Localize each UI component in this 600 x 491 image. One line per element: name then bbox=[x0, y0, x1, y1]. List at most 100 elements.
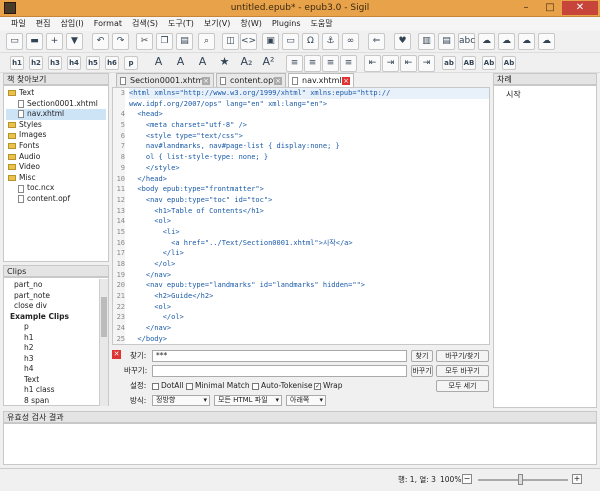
find-input[interactable]: *** bbox=[152, 350, 407, 362]
code-line[interactable]: <html xmlns="http://www.w3.org/1999/xhtm… bbox=[129, 88, 489, 99]
undo-icon[interactable]: ↶ bbox=[92, 33, 109, 50]
tree-item[interactable]: Images bbox=[6, 130, 106, 141]
tree-item[interactable]: Fonts bbox=[6, 141, 106, 152]
scope-select[interactable]: 모든 HTML 파일 bbox=[214, 395, 282, 406]
menu-item[interactable]: Format bbox=[89, 17, 127, 31]
code-line[interactable]: <meta charset="utf-8" /> bbox=[129, 120, 489, 131]
align-2-icon[interactable]: ≡ bbox=[322, 55, 339, 72]
code-line[interactable]: <nav epub:type="landmarks" id="landmarks… bbox=[129, 280, 489, 291]
indent-0-icon[interactable]: ⇤ bbox=[364, 55, 381, 72]
code-line[interactable]: </ol> bbox=[129, 259, 489, 270]
clip-item[interactable]: h1 class bbox=[14, 385, 108, 396]
auto-tokenise-option[interactable]: Auto-Tokenise bbox=[252, 381, 313, 391]
spellcheck-icon[interactable]: abc bbox=[458, 33, 475, 50]
tree-item[interactable]: content.opf bbox=[6, 194, 106, 205]
toc-item[interactable]: 시작 bbox=[506, 89, 596, 100]
dotall-option[interactable]: DotAll bbox=[152, 381, 184, 391]
code-line[interactable]: <ol> bbox=[129, 302, 489, 313]
code-line[interactable]: <li> bbox=[129, 227, 489, 238]
menu-item[interactable]: 도구(T) bbox=[163, 17, 199, 31]
wrap-checkbox[interactable]: ✓ bbox=[314, 382, 321, 390]
align-0-icon[interactable]: ≡ bbox=[286, 55, 303, 72]
heading-h4-button[interactable]: h4 bbox=[67, 56, 81, 70]
link-icon[interactable]: ∞ bbox=[342, 33, 359, 50]
case-3-button[interactable]: Ab bbox=[502, 56, 516, 70]
clip-item[interactable]: h3 bbox=[14, 354, 108, 365]
code-line[interactable]: <body epub:type="frontmatter"> bbox=[129, 184, 489, 195]
code-line[interactable]: </style> bbox=[129, 163, 489, 174]
align-1-icon[interactable]: ≡ bbox=[304, 55, 321, 72]
code-line[interactable]: <ol> bbox=[129, 216, 489, 227]
clip-item[interactable]: part_note bbox=[14, 291, 108, 302]
code-line[interactable]: </html> bbox=[129, 345, 489, 346]
tab-close-icon[interactable]: × bbox=[274, 77, 282, 85]
add-file-icon[interactable]: + bbox=[46, 33, 63, 50]
tree-item[interactable]: Section0001.xhtml bbox=[6, 99, 106, 110]
align-3-icon[interactable]: ≡ bbox=[340, 55, 357, 72]
menu-item[interactable]: 삽입(I) bbox=[55, 17, 88, 31]
code-line[interactable]: www.idpf.org/2007/ops" lang="en" xml:lan… bbox=[129, 99, 489, 110]
cut-icon[interactable]: ✂ bbox=[136, 33, 153, 50]
count-all-button[interactable]: 모두 세기 bbox=[436, 380, 489, 392]
heading-h3-button[interactable]: h3 bbox=[48, 56, 62, 70]
tree-item[interactable]: Misc bbox=[6, 173, 106, 184]
editor-tab[interactable]: content.opf × bbox=[216, 73, 286, 87]
menu-item[interactable]: 파일 bbox=[6, 17, 31, 31]
indent-1-icon[interactable]: ⇥ bbox=[382, 55, 399, 72]
paste-icon[interactable]: ▤ bbox=[176, 33, 193, 50]
code-line[interactable]: <a href="../Text/Section0001.xhtml">시작</… bbox=[129, 238, 489, 249]
zoom-out-button[interactable]: − bbox=[462, 474, 472, 484]
back-icon[interactable]: ⇐ bbox=[368, 33, 385, 50]
tab-close-icon[interactable]: × bbox=[342, 77, 350, 85]
code-line[interactable]: <style type="text/css"> bbox=[129, 131, 489, 142]
clip-item[interactable]: 8 span bbox=[14, 396, 108, 406]
minimal-match-checkbox[interactable] bbox=[186, 382, 193, 390]
media-icon[interactable]: ▭ bbox=[282, 33, 299, 50]
copy-icon[interactable]: ❐ bbox=[156, 33, 173, 50]
toc-icon[interactable]: ▥ bbox=[418, 33, 435, 50]
anchor-icon[interactable]: ⚓ bbox=[322, 33, 339, 50]
tree-item[interactable]: Text bbox=[6, 88, 106, 99]
clip-item[interactable]: h4 bbox=[14, 364, 108, 375]
image-icon[interactable]: ▣ bbox=[262, 33, 279, 50]
direction-select[interactable]: 아래쪽 bbox=[286, 395, 326, 406]
code-line[interactable]: <h2>Guide</h2> bbox=[129, 291, 489, 302]
heading-p-button[interactable]: p bbox=[124, 56, 138, 70]
code-line[interactable]: </head> bbox=[129, 174, 489, 185]
tree-item[interactable]: toc.ncx bbox=[6, 183, 106, 194]
minimize-button[interactable]: – bbox=[514, 1, 538, 15]
code-text[interactable]: <html xmlns="http://www.w3.org/1999/xhtm… bbox=[129, 88, 489, 346]
plugin2-icon[interactable]: ☁ bbox=[538, 33, 555, 50]
code-editor[interactable]: 3 4 56 7 89 10 1112 13 1415 16 17 18 19 20 2122 23 2425 2… bbox=[112, 87, 490, 345]
clip-item[interactable]: close div bbox=[14, 301, 108, 312]
clip-item[interactable]: h1 bbox=[14, 333, 108, 344]
zoom-in-button[interactable]: + bbox=[572, 474, 582, 484]
code-line[interactable]: nav#landmarks, nav#page-list { display:n… bbox=[129, 141, 489, 152]
menu-item[interactable]: 검색(S) bbox=[127, 17, 163, 31]
maximize-button[interactable]: □ bbox=[538, 1, 562, 15]
find-button[interactable]: 찾기 bbox=[411, 350, 433, 362]
menu-item[interactable]: 편집 bbox=[31, 17, 56, 31]
case-2-button[interactable]: Ab bbox=[482, 56, 496, 70]
underline-icon[interactable]: A bbox=[194, 54, 211, 71]
metadata-icon[interactable]: ▤ bbox=[438, 33, 455, 50]
close-find-icon[interactable]: ✕ bbox=[112, 350, 121, 359]
indent-3-icon[interactable]: ⇥ bbox=[418, 55, 435, 72]
editor-tab[interactable]: Section0001.xhtml × bbox=[116, 73, 214, 87]
replace-input[interactable] bbox=[152, 365, 407, 377]
heading-h1-button[interactable]: h1 bbox=[10, 56, 24, 70]
clip-item[interactable]: p bbox=[14, 322, 108, 333]
tree-item[interactable]: Styles bbox=[6, 120, 106, 131]
clip-item[interactable]: part_no bbox=[14, 280, 108, 291]
clip-item[interactable]: Text bbox=[14, 375, 108, 386]
code-line[interactable]: </body> bbox=[129, 334, 489, 344]
subscript-icon[interactable]: A₂ bbox=[238, 54, 255, 71]
italic-icon[interactable]: A bbox=[172, 54, 189, 71]
tree-item[interactable]: Audio bbox=[6, 152, 106, 163]
zoom-slider-handle[interactable] bbox=[518, 474, 523, 485]
dotall-checkbox[interactable] bbox=[152, 382, 159, 390]
case-0-button[interactable]: ab bbox=[442, 56, 456, 70]
code-view-icon[interactable]: <> bbox=[240, 33, 257, 50]
clips-scrollbar[interactable] bbox=[99, 279, 108, 406]
clips-scroll-thumb[interactable] bbox=[101, 297, 107, 337]
